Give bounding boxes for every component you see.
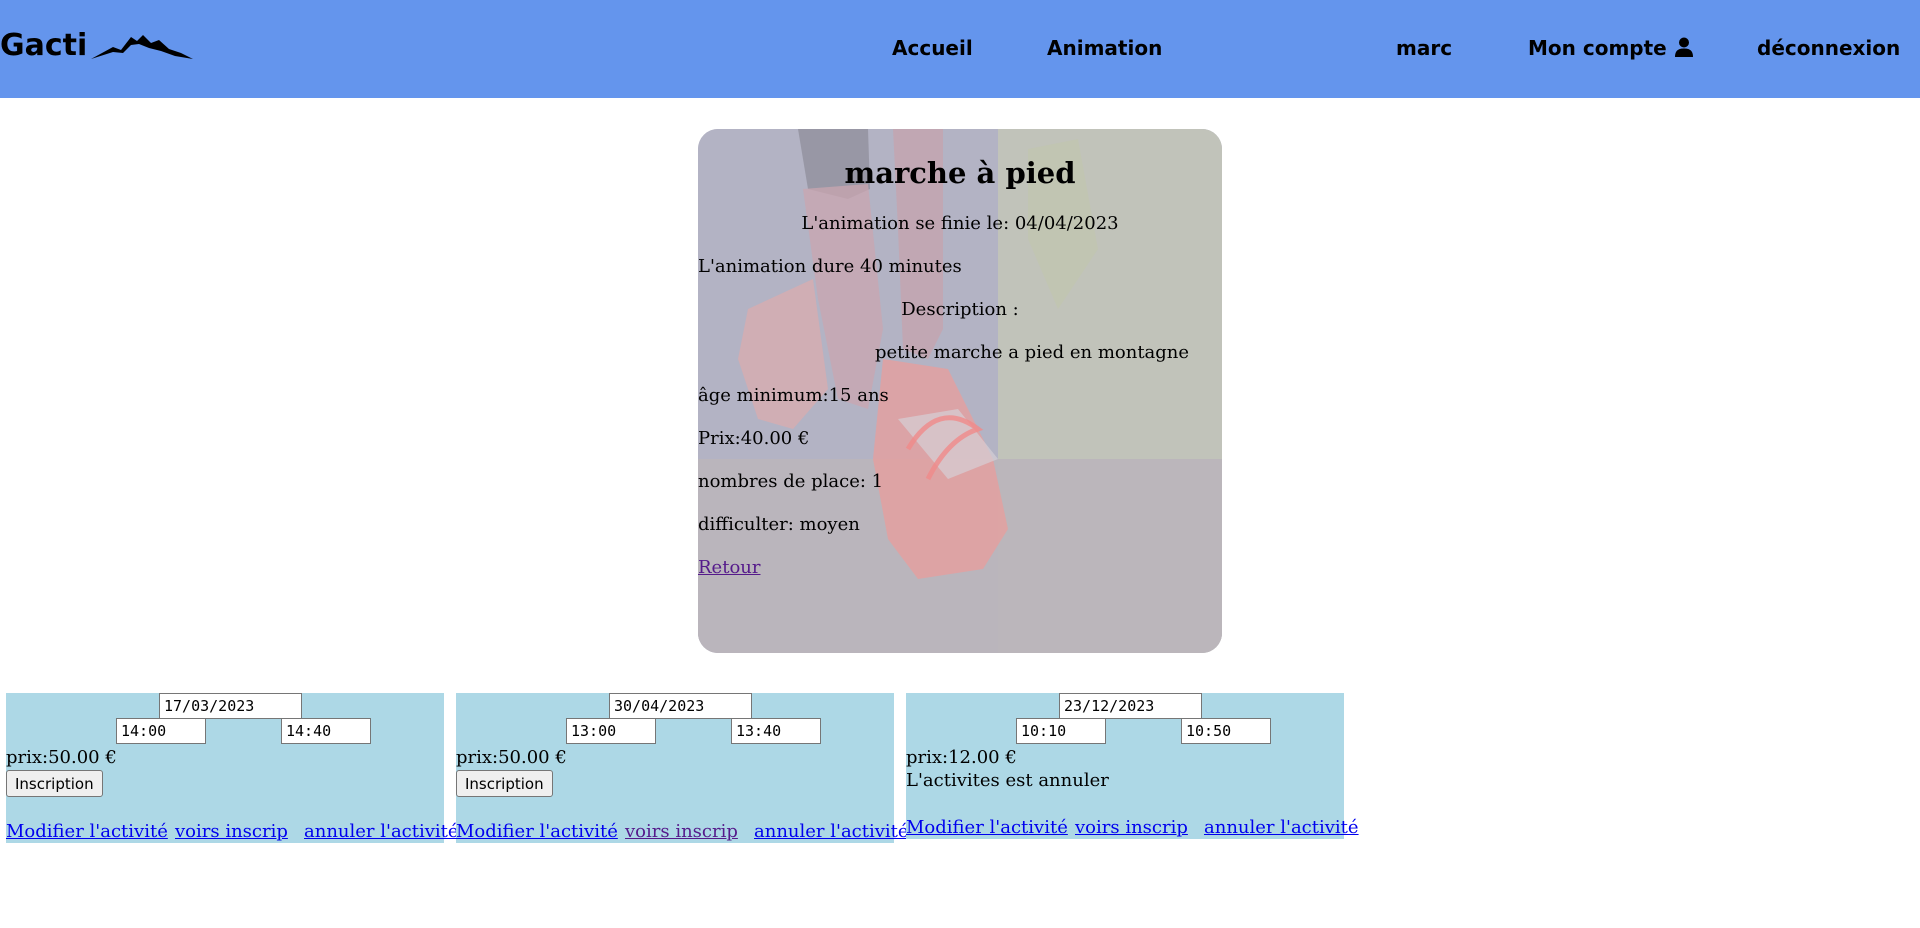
session-price: prix:12.00 €: [906, 747, 1017, 768]
description-label: Description :: [901, 299, 1019, 320]
session-date-input[interactable]: [609, 693, 752, 719]
session-card: prix:50.00 € Inscription Modifier l'acti…: [456, 693, 909, 843]
nav-account-label: Mon compte: [1528, 36, 1667, 60]
activity-detail-card: marche à pied L'animation se finie le: 0…: [698, 129, 1222, 653]
nav-logout-link[interactable]: déconnexion: [1757, 36, 1900, 60]
nav-user-link[interactable]: marc: [1396, 36, 1452, 60]
activity-duration: L'animation dure 40 minutes: [698, 256, 962, 277]
brand-logo[interactable]: Gacti: [0, 28, 194, 63]
nav-account-link[interactable]: Mon compte: [1528, 36, 1693, 60]
view-registrations-link[interactable]: voirs inscrip: [625, 821, 738, 842]
brand-name: Gacti: [0, 28, 88, 63]
activity-end-date: L'animation se finie le: 04/04/2023: [801, 213, 1119, 234]
top-navigation-bar: Gacti Accueil Animation marc Mon compte …: [0, 0, 1920, 98]
session-start-time-input[interactable]: [1016, 718, 1106, 744]
session-start-time-input[interactable]: [116, 718, 206, 744]
session-end-time-input[interactable]: [731, 718, 821, 744]
activity-description: petite marche a pied en montagne: [875, 342, 1190, 363]
mountain-icon: [91, 34, 194, 59]
session-date-input[interactable]: [1059, 693, 1202, 719]
inscription-button[interactable]: Inscription: [456, 770, 553, 797]
view-registrations-link[interactable]: voirs inscrip: [1075, 817, 1188, 838]
activity-price: Prix:40.00 €: [698, 428, 810, 449]
session-card: prix:12.00 € L'activites est annuler Mod…: [906, 693, 1359, 839]
session-start-time-input[interactable]: [566, 718, 656, 744]
session-card: prix:50.00 € Inscription Modifier l'acti…: [6, 693, 459, 843]
activity-places: nombres de place: 1: [698, 471, 884, 492]
edit-activity-link[interactable]: Modifier l'activité: [6, 821, 168, 842]
back-link[interactable]: Retour: [698, 557, 760, 578]
activity-title: marche à pied: [844, 156, 1076, 190]
session-end-time-input[interactable]: [281, 718, 371, 744]
session-date-input[interactable]: [159, 693, 302, 719]
user-icon: [1674, 37, 1693, 57]
cancel-activity-link[interactable]: annuler l'activité: [754, 821, 909, 842]
session-price: prix:50.00 €: [6, 747, 117, 768]
activity-difficulty: difficulter: moyen: [698, 514, 860, 535]
session-end-time-input[interactable]: [1181, 718, 1271, 744]
inscription-button[interactable]: Inscription: [6, 770, 103, 797]
cancel-activity-link[interactable]: annuler l'activité: [1204, 817, 1359, 838]
nav-animation-link[interactable]: Animation: [1047, 36, 1162, 60]
session-cancelled-status: L'activites est annuler: [906, 770, 1109, 791]
activity-min-age: âge minimum:15 ans: [698, 385, 889, 406]
cancel-activity-link[interactable]: annuler l'activité: [304, 821, 459, 842]
session-price: prix:50.00 €: [456, 747, 567, 768]
nav-home-link[interactable]: Accueil: [892, 36, 973, 60]
edit-activity-link[interactable]: Modifier l'activité: [456, 821, 618, 842]
view-registrations-link[interactable]: voirs inscrip: [175, 821, 288, 842]
edit-activity-link[interactable]: Modifier l'activité: [906, 817, 1068, 838]
